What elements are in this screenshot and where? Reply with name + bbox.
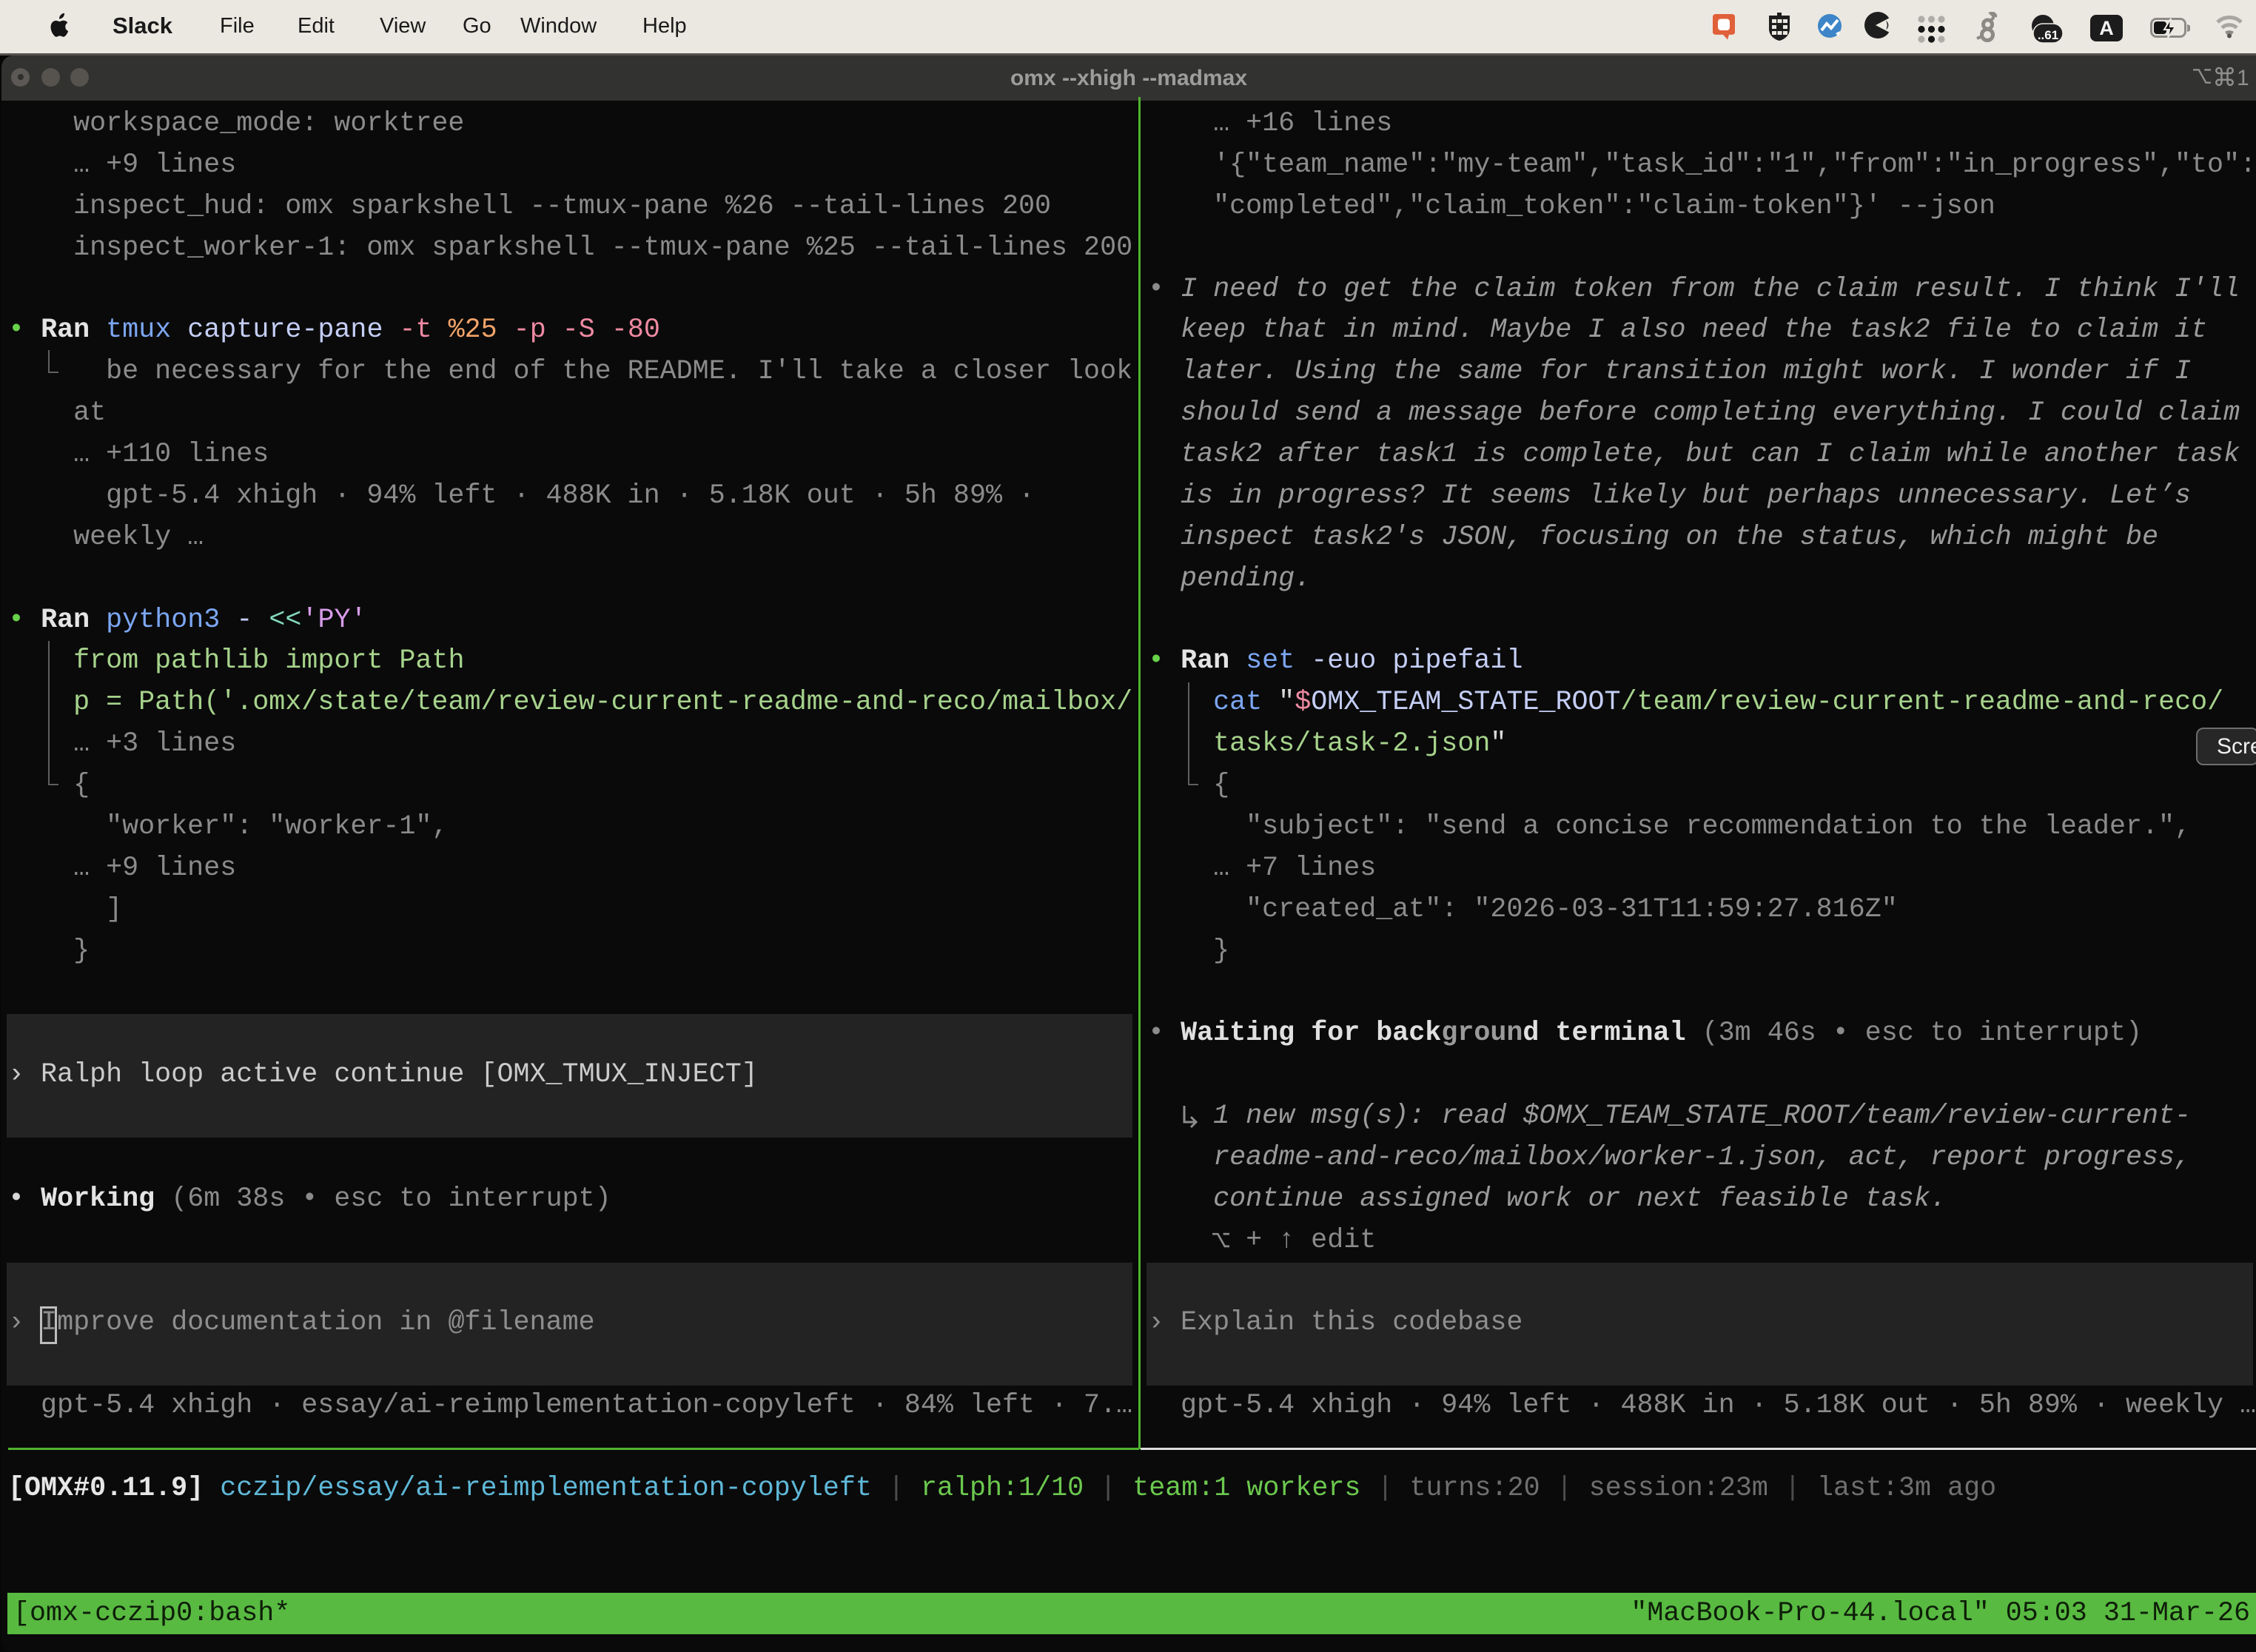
svg-text:..61: ..61	[2038, 28, 2058, 42]
